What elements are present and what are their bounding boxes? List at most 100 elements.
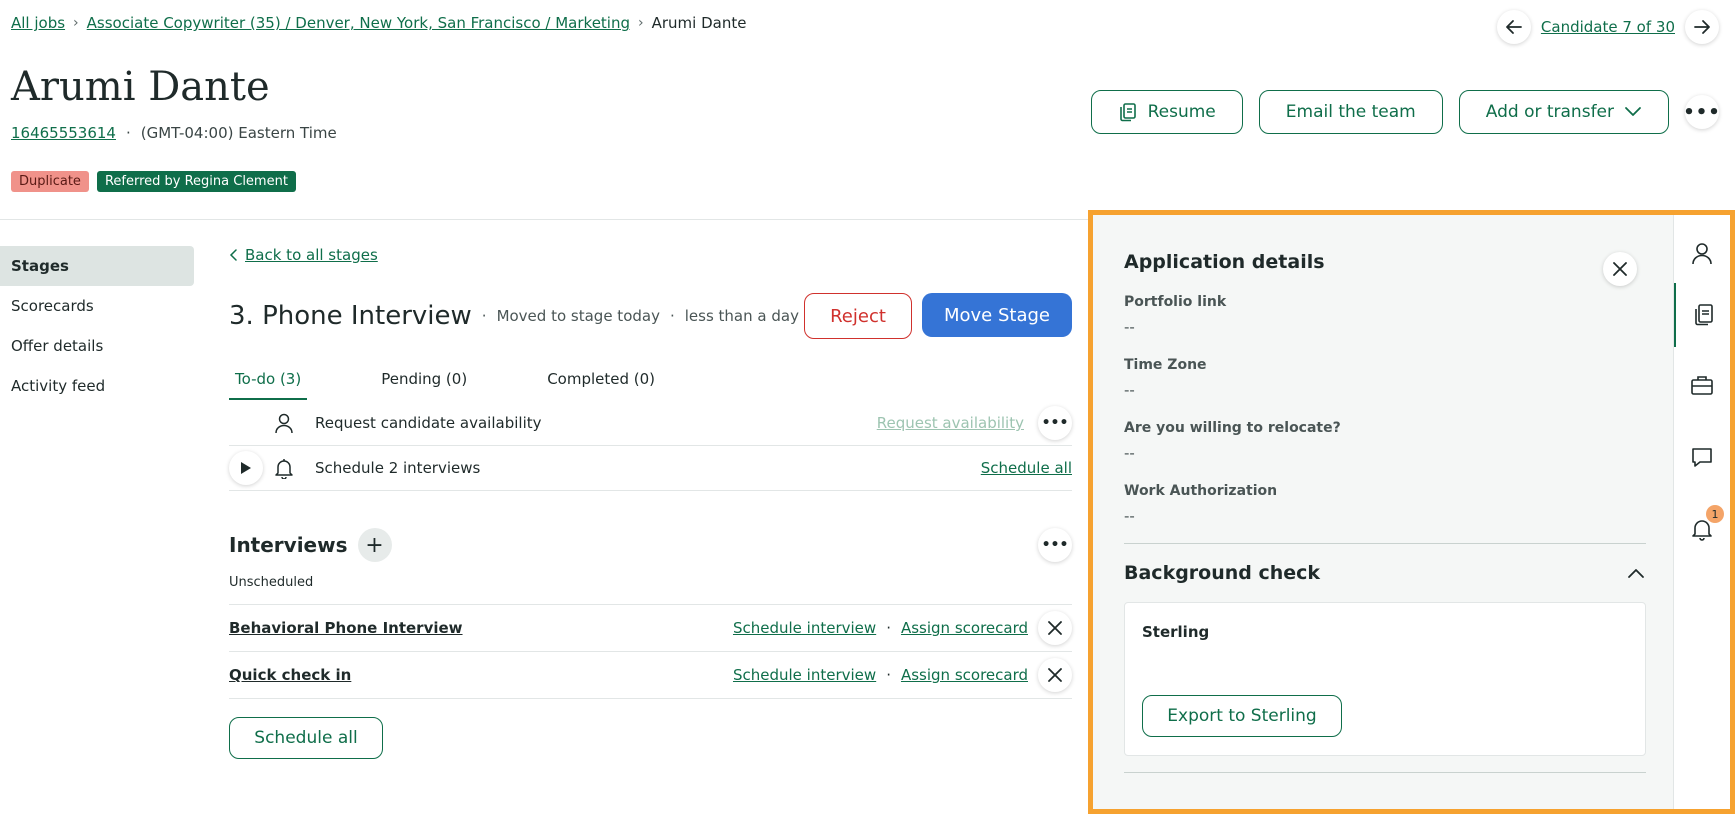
action-separator: · xyxy=(886,619,891,637)
duplicate-badge[interactable]: Duplicate xyxy=(11,171,89,192)
interview-name-link[interactable]: Quick check in xyxy=(229,666,351,684)
schedule-interview-link[interactable]: Schedule interview xyxy=(733,666,876,684)
breadcrumb: All jobs › Associate Copywriter (35) / D… xyxy=(11,14,746,32)
close-panel-button[interactable] xyxy=(1603,252,1637,286)
todo-text: Request candidate availability xyxy=(315,414,542,432)
play-icon xyxy=(241,462,251,474)
move-stage-button[interactable]: Move Stage xyxy=(922,293,1072,337)
close-icon xyxy=(1048,668,1062,682)
rail-profile-button[interactable] xyxy=(1674,233,1730,273)
breadcrumb-job-link[interactable]: Associate Copywriter (35) / Denver, New … xyxy=(87,14,630,32)
rail-jobs-button[interactable] xyxy=(1674,365,1730,405)
request-availability-link[interactable]: Request availability xyxy=(877,414,1024,432)
person-icon xyxy=(1692,243,1712,265)
stage-tabs: To-do (3) Pending (0) Completed (0) xyxy=(229,362,1072,401)
document-icon xyxy=(1119,103,1136,122)
nav-item-scorecards[interactable]: Scorecards xyxy=(0,286,194,326)
stage-moved-text: Moved to stage today xyxy=(496,307,660,325)
todo-item: Schedule 2 interviews Schedule all xyxy=(229,446,1072,491)
field-value: -- xyxy=(1124,381,1135,399)
reject-button[interactable]: Reject xyxy=(804,293,912,339)
background-check-title: Background check xyxy=(1124,562,1321,584)
chevron-right-icon: › xyxy=(73,15,79,31)
breadcrumb-current: Arumi Dante xyxy=(651,14,747,32)
stage-separator: · xyxy=(481,307,487,325)
candidate-meta: 16465553614 · (GMT-04:00) Eastern Time xyxy=(11,124,337,142)
back-to-stages: Back to all stages xyxy=(229,246,1072,264)
todo-item: Request candidate availability Request a… xyxy=(229,401,1072,446)
nav-item-activity-feed[interactable]: Activity feed xyxy=(0,366,194,406)
interviews-more-button[interactable]: ••• xyxy=(1038,528,1072,562)
schedule-all-button[interactable]: Schedule all xyxy=(229,717,383,759)
stage-duration: less than a day xyxy=(684,307,799,325)
rail-notifications-button[interactable]: 1 xyxy=(1674,505,1730,549)
previous-candidate-button[interactable] xyxy=(1496,10,1531,44)
briefcase-icon xyxy=(1691,376,1713,395)
stage-separator: · xyxy=(669,307,675,325)
section-divider xyxy=(1124,772,1646,773)
interview-actions: Schedule interview · Assign scorecard xyxy=(733,658,1072,692)
candidate-name: Arumi Dante xyxy=(11,64,270,110)
remove-interview-button[interactable] xyxy=(1038,658,1072,692)
back-to-stages-link[interactable]: Back to all stages xyxy=(245,246,378,264)
tab-to-do[interactable]: To-do (3) xyxy=(229,362,308,400)
arrow-right-icon xyxy=(1694,20,1710,34)
tab-completed[interactable]: Completed (0) xyxy=(541,362,661,400)
export-to-sterling-button[interactable]: Export to Sterling xyxy=(1142,695,1342,737)
close-icon xyxy=(1613,262,1627,276)
stage-header: 3. Phone Interview · Moved to stage toda… xyxy=(229,293,1072,339)
field-value: -- xyxy=(1124,507,1135,525)
expand-button[interactable] xyxy=(229,451,263,485)
add-or-transfer-label: Add or transfer xyxy=(1485,102,1614,122)
tab-pending[interactable]: Pending (0) xyxy=(375,362,473,400)
breadcrumb-all-jobs-link[interactable]: All jobs xyxy=(11,14,65,32)
application-details-panel: Application details Portfolio link -- Ti… xyxy=(1088,210,1735,814)
rail-application-button[interactable] xyxy=(1674,283,1730,347)
notification-count-badge: 1 xyxy=(1706,505,1724,523)
background-check-header[interactable]: Background check xyxy=(1124,562,1646,584)
assign-scorecard-link[interactable]: Assign scorecard xyxy=(901,619,1028,637)
section-divider xyxy=(1124,543,1646,544)
interview-name-link[interactable]: Behavioral Phone Interview xyxy=(229,619,463,637)
more-dots-icon: ••• xyxy=(1683,101,1721,123)
field-portfolio-link: Portfolio link -- xyxy=(1124,294,1646,336)
nav-item-stages[interactable]: Stages xyxy=(0,246,194,286)
field-relocate: Are you willing to relocate? -- xyxy=(1124,420,1646,462)
interviews-title: Interviews xyxy=(229,533,348,557)
candidate-phone-link[interactable]: 16465553614 xyxy=(11,124,116,142)
next-candidate-button[interactable] xyxy=(1685,10,1719,44)
rail-comments-button[interactable] xyxy=(1674,437,1730,477)
add-interview-button[interactable]: + xyxy=(357,528,392,562)
resume-button[interactable]: Resume xyxy=(1090,90,1243,134)
field-value: -- xyxy=(1124,444,1135,462)
header-actions: Resume Email the team Add or transfer ••… xyxy=(1090,90,1721,134)
schedule-all-link[interactable]: Schedule all xyxy=(981,459,1072,477)
panel-title: Application details xyxy=(1124,251,1325,273)
email-team-button[interactable]: Email the team xyxy=(1258,90,1443,134)
email-team-button-label: Email the team xyxy=(1285,102,1416,122)
todo-more-button[interactable]: ••• xyxy=(1038,406,1072,440)
referred-badge: Referred by Regina Clement xyxy=(96,171,296,192)
candidate-timezone: (GMT-04:00) Eastern Time xyxy=(140,124,337,142)
chevron-left-icon xyxy=(229,249,237,261)
arrow-left-icon xyxy=(1506,20,1522,34)
resume-button-label: Resume xyxy=(1147,102,1216,122)
chevron-up-icon[interactable] xyxy=(1626,563,1646,583)
more-options-button[interactable]: ••• xyxy=(1683,95,1721,129)
unscheduled-label: Unscheduled xyxy=(229,575,1072,605)
field-time-zone: Time Zone -- xyxy=(1124,357,1646,399)
left-nav: Stages Scorecards Offer details Activity… xyxy=(0,246,194,406)
nav-item-offer-details[interactable]: Offer details xyxy=(0,326,194,366)
field-value: -- xyxy=(1124,318,1135,336)
assign-scorecard-link[interactable]: Assign scorecard xyxy=(901,666,1028,684)
field-label: Time Zone xyxy=(1124,357,1207,373)
schedule-interview-link[interactable]: Schedule interview xyxy=(733,619,876,637)
candidate-position-link[interactable]: Candidate 7 of 30 xyxy=(1541,18,1675,36)
remove-interview-button[interactable] xyxy=(1038,611,1072,645)
interview-row: Quick check in Schedule interview · Assi… xyxy=(229,652,1072,699)
bell-icon xyxy=(273,457,295,479)
interview-actions: Schedule interview · Assign scorecard xyxy=(733,611,1072,645)
chat-icon xyxy=(1692,448,1712,467)
chevron-down-icon xyxy=(1625,107,1641,116)
add-or-transfer-button[interactable]: Add or transfer xyxy=(1458,90,1669,134)
